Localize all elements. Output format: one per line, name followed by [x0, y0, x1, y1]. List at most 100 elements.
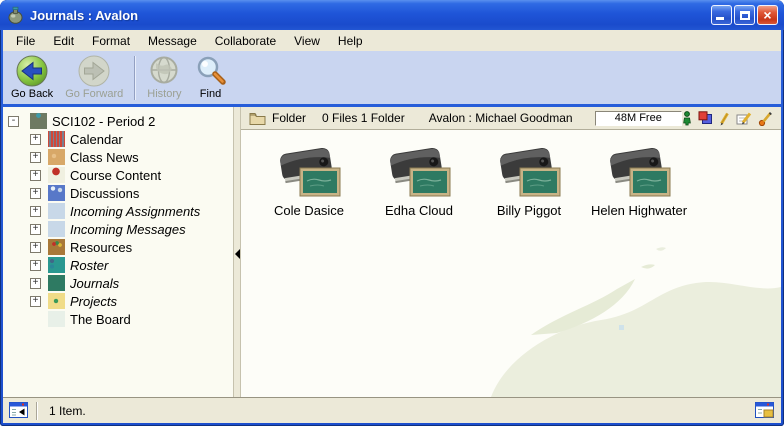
tree-item-label[interactable]: Resources	[70, 240, 132, 255]
tree-item-label[interactable]: Incoming Messages	[70, 222, 186, 237]
hide-tree-toggle-icon[interactable]	[9, 402, 29, 419]
journal-item-label[interactable]: Edha Cloud	[385, 203, 453, 218]
journal-item-label[interactable]: Billy Piggot	[497, 203, 561, 218]
go-forward-button[interactable]: Go Forward	[59, 53, 129, 101]
tree-item-row[interactable]: + Roster	[3, 256, 233, 274]
the-board-icon	[48, 311, 65, 327]
roster-icon	[48, 257, 65, 273]
history-globe-icon	[147, 54, 181, 88]
expand-expander[interactable]: +	[30, 278, 41, 289]
discussions-icon	[48, 185, 65, 201]
tree-root-label[interactable]: SCI102 - Period 2	[52, 114, 155, 129]
course-tree: - SCI102 - Period 2 + Calendar + Clas	[3, 107, 233, 397]
history-button[interactable]: History	[141, 53, 187, 101]
expand-expander[interactable]: +	[30, 170, 41, 181]
journal-item[interactable]: Helen Highwater	[584, 143, 694, 218]
journal-icon	[604, 143, 674, 201]
find-button[interactable]: Find	[188, 53, 234, 101]
pen-key-icon[interactable]	[758, 111, 773, 126]
journal-icon	[384, 143, 454, 201]
copy-squares-icon[interactable]	[698, 111, 713, 125]
flask-icon	[30, 113, 47, 129]
pencil-icon[interactable]	[719, 111, 730, 126]
tree-item-row[interactable]: + Incoming Messages	[3, 220, 233, 238]
menu-bar: FileEditFormatMessageCollaborateViewHelp	[3, 30, 781, 51]
header-icon-group	[682, 111, 773, 126]
go-back-button[interactable]: Go Back	[5, 53, 59, 101]
maximize-icon	[740, 11, 750, 20]
server-account-label: Avalon : Michael Goodman	[429, 111, 573, 125]
tree-item-label[interactable]: Course Content	[70, 168, 161, 183]
tree-item-row[interactable]: + Projects	[3, 292, 233, 310]
tree-item-label[interactable]: Class News	[70, 150, 139, 165]
journal-item-label[interactable]: Helen Highwater	[591, 203, 687, 218]
expand-expander[interactable]: +	[30, 296, 41, 307]
go-back-icon	[15, 54, 49, 88]
expand-expander[interactable]: +	[30, 188, 41, 199]
history-label: History	[147, 88, 181, 100]
journal-item[interactable]: Cole Dasice	[254, 143, 364, 218]
menu-item[interactable]: Help	[329, 32, 372, 50]
app-window: Journals : Avalon × FileEditFormatMessag…	[0, 0, 784, 426]
expand-expander[interactable]: +	[30, 260, 41, 271]
view-mode-icon[interactable]	[755, 402, 775, 419]
menu-item[interactable]: View	[285, 32, 329, 50]
titlebar[interactable]: Journals : Avalon ×	[0, 0, 784, 30]
folder-label: Folder	[272, 111, 306, 125]
journal-list-area: Cole Dasice	[241, 130, 781, 397]
expand-expander[interactable]: +	[30, 224, 41, 235]
tree-item-row[interactable]: The Board	[3, 310, 233, 328]
tree-item-label[interactable]: Projects	[70, 294, 117, 309]
toolbar-separator	[134, 56, 136, 100]
tree-item-label[interactable]: Calendar	[70, 132, 123, 147]
tree-item-label[interactable]: Journals	[70, 276, 119, 291]
find-label: Find	[200, 88, 221, 100]
tree-item-label[interactable]: The Board	[70, 312, 131, 327]
tree-item-label[interactable]: Roster	[70, 258, 108, 273]
main-area: - SCI102 - Period 2 + Calendar + Clas	[3, 107, 781, 397]
tree-item-row[interactable]: + Resources	[3, 238, 233, 256]
menu-item[interactable]: Edit	[44, 32, 83, 50]
tree-item-row[interactable]: + Calendar	[3, 130, 233, 148]
journal-item-label[interactable]: Cole Dasice	[274, 203, 344, 218]
tree-item-label[interactable]: Discussions	[70, 186, 139, 201]
journal-item[interactable]: Edha Cloud	[364, 143, 474, 218]
course-content-icon	[48, 167, 65, 183]
menu-item[interactable]: Message	[139, 32, 206, 50]
app-flask-icon	[6, 6, 25, 25]
minimize-button[interactable]	[711, 5, 732, 25]
menu-item[interactable]: Format	[83, 32, 139, 50]
tree-item-row[interactable]: + Incoming Assignments	[3, 202, 233, 220]
signature-box-icon[interactable]	[736, 111, 752, 126]
expand-expander[interactable]: +	[30, 206, 41, 217]
pane-splitter[interactable]	[233, 107, 241, 397]
go-back-label: Go Back	[11, 88, 53, 100]
journal-icon	[494, 143, 564, 201]
go-forward-icon	[77, 54, 111, 88]
tree-item-label[interactable]: Incoming Assignments	[70, 204, 200, 219]
folder-pane: Folder 0 Files 1 Folder Avalon : Michael…	[241, 107, 781, 397]
resources-icon	[48, 239, 65, 255]
close-button[interactable]: ×	[757, 5, 778, 25]
expand-expander[interactable]: +	[30, 134, 41, 145]
tree-item-row[interactable]: + Discussions	[3, 184, 233, 202]
journals-icon	[48, 275, 65, 291]
collapse-arrow-icon[interactable]	[235, 249, 240, 259]
collapse-expander[interactable]: -	[8, 116, 19, 127]
journal-item[interactable]: Billy Piggot	[474, 143, 584, 218]
expand-expander[interactable]: +	[30, 152, 41, 163]
journal-icon	[274, 143, 344, 201]
tree-item-row[interactable]: + Course Content	[3, 166, 233, 184]
maximize-button[interactable]	[734, 5, 755, 25]
status-bar: 1 Item.	[3, 397, 781, 423]
person-icon[interactable]	[682, 111, 692, 126]
journal-grid: Cole Dasice	[254, 143, 781, 218]
folder-icon	[249, 112, 266, 125]
tree-item-row[interactable]: + Class News	[3, 148, 233, 166]
menu-item[interactable]: Collaborate	[206, 32, 285, 50]
tree-item-row[interactable]: + Journals	[3, 274, 233, 292]
minimize-icon	[716, 17, 724, 20]
expand-expander[interactable]: +	[30, 242, 41, 253]
tree-root-row[interactable]: - SCI102 - Period 2	[3, 112, 233, 130]
menu-item[interactable]: File	[7, 32, 44, 50]
